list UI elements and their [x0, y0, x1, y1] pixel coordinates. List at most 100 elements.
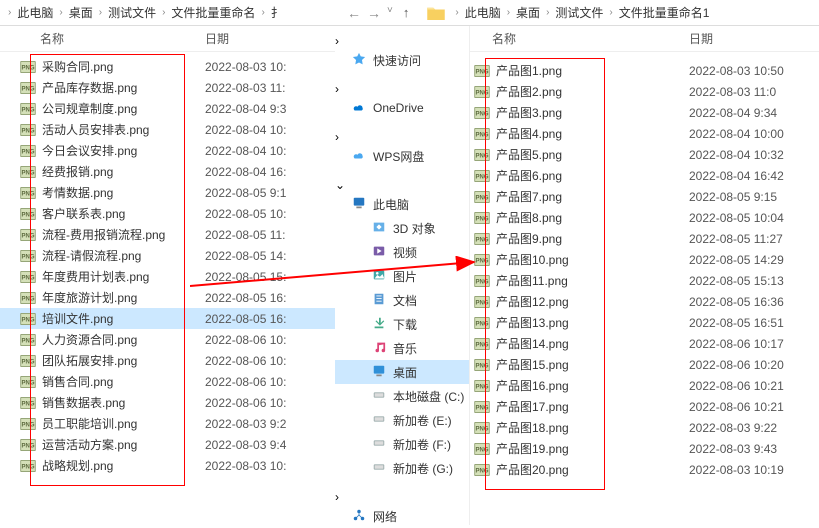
file-row[interactable]: PNG流程-请假流程.png2022-08-05 14: — [0, 245, 335, 266]
crumb[interactable]: 文件批量重命名1 — [617, 4, 712, 21]
history-icon[interactable]: ˅ — [387, 5, 393, 21]
file-row[interactable]: PNG产品图5.png2022-08-04 10:32 — [470, 144, 819, 165]
nav-subitem[interactable]: 3D 对象 — [335, 216, 469, 240]
file-row[interactable]: PNG销售合同.png2022-08-06 10: — [0, 371, 335, 392]
chevron-right-icon[interactable]: › — [335, 490, 339, 504]
png-icon: PNG — [472, 107, 492, 119]
file-row[interactable]: PNG人力资源合同.png2022-08-06 10: — [0, 329, 335, 350]
file-row[interactable]: PNG运营活动方案.png2022-08-03 9:4 — [0, 434, 335, 455]
file-row[interactable]: PNG产品图17.png2022-08-06 10:21 — [470, 396, 819, 417]
file-name: 产品图10.png — [492, 251, 689, 268]
file-row[interactable]: PNG销售数据表.png2022-08-06 10: — [0, 392, 335, 413]
file-name: 流程-请假流程.png — [38, 247, 205, 264]
file-row[interactable]: PNG客户联系表.png2022-08-05 10: — [0, 203, 335, 224]
crumb[interactable]: 测试文件 — [106, 4, 158, 21]
nav-item[interactable]: 此电脑 — [335, 192, 469, 216]
file-row[interactable]: PNG培训文件.png2022-08-05 16: — [0, 308, 335, 329]
nav-subitem[interactable]: 文档 — [335, 288, 469, 312]
nav-subitem[interactable]: 音乐 — [335, 336, 469, 360]
file-row[interactable]: PNG产品图14.png2022-08-06 10:17 — [470, 333, 819, 354]
file-row[interactable]: PNG活动人员安排表.png2022-08-04 10: — [0, 119, 335, 140]
file-row[interactable]: PNG流程-费用报销流程.png2022-08-05 11: — [0, 224, 335, 245]
file-row[interactable]: PNG产品图2.png2022-08-03 11:0 — [470, 81, 819, 102]
file-name: 培训文件.png — [38, 310, 205, 327]
crumb[interactable]: 文件批量重命名 — [169, 4, 257, 21]
file-row[interactable]: PNG团队拓展安排.png2022-08-06 10: — [0, 350, 335, 371]
col-date[interactable]: 日期 — [205, 30, 335, 47]
file-name: 产品图1.png — [492, 62, 689, 79]
nav-subitem[interactable]: 新加卷 (E:) — [335, 408, 469, 432]
nav-subitem[interactable]: 视频 — [335, 240, 469, 264]
file-row[interactable]: PNG产品图16.png2022-08-06 10:21 — [470, 375, 819, 396]
col-name[interactable]: 名称 — [0, 30, 205, 47]
file-row[interactable]: PNG产品图7.png2022-08-05 9:15 — [470, 186, 819, 207]
file-row[interactable]: PNG年度旅游计划.png2022-08-05 16: — [0, 287, 335, 308]
file-row[interactable]: PNG经费报销.png2022-08-04 16: — [0, 161, 335, 182]
svg-text:PNG: PNG — [475, 69, 488, 75]
svg-text:PNG: PNG — [475, 132, 488, 138]
nav-item[interactable]: 网络 — [335, 504, 469, 528]
nav-subitem[interactable]: 桌面 — [335, 360, 469, 384]
nav-subitem[interactable]: 本地磁盘 (C:) — [335, 384, 469, 408]
nav-item[interactable]: 快速访问 — [335, 48, 469, 72]
file-name: 销售数据表.png — [38, 394, 205, 411]
file-row[interactable]: PNG产品图10.png2022-08-05 14:29 — [470, 249, 819, 270]
file-row[interactable]: PNG产品图6.png2022-08-04 16:42 — [470, 165, 819, 186]
crumb[interactable]: 桌面 — [67, 4, 95, 21]
png-icon: PNG — [472, 401, 492, 413]
nav-tree[interactable]: ›快速访问›OneDrive›WPS网盘⌄此电脑3D 对象视频图片文档下载音乐桌… — [335, 26, 470, 525]
chevron-right-icon[interactable]: › — [335, 130, 339, 144]
nav-item[interactable]: WPS网盘 — [335, 144, 469, 168]
chevron-right-icon[interactable]: › — [335, 34, 339, 48]
file-row[interactable]: PNG产品图19.png2022-08-03 9:43 — [470, 438, 819, 459]
crumb[interactable]: 测试文件 — [553, 4, 605, 21]
file-row[interactable]: PNG今日会议安排.png2022-08-04 10: — [0, 140, 335, 161]
chevron-down-icon[interactable]: ⌄ — [335, 178, 345, 192]
file-row[interactable]: PNG产品图12.png2022-08-05 16:36 — [470, 291, 819, 312]
col-date[interactable]: 日期 — [689, 30, 819, 47]
col-name[interactable]: 名称 — [470, 30, 689, 47]
file-row[interactable]: PNG产品图18.png2022-08-03 9:22 — [470, 417, 819, 438]
crumb[interactable]: 桌面 — [514, 4, 542, 21]
svg-text:PNG: PNG — [21, 422, 34, 428]
up-icon[interactable]: ↑ — [403, 5, 410, 21]
file-row[interactable]: PNG产品图11.png2022-08-05 15:13 — [470, 270, 819, 291]
file-list-left[interactable]: 名称 日期 PNG采购合同.png2022-08-03 10:PNG产品库存数据… — [0, 26, 335, 525]
file-list-right[interactable]: 名称 日期 PNG产品图1.png2022-08-03 10:50PNG产品图2… — [470, 26, 819, 525]
chevron-right-icon: › — [55, 7, 66, 18]
nav-subitem[interactable]: 新加卷 (G:) — [335, 456, 469, 480]
chevron-right-icon[interactable]: › — [335, 82, 339, 96]
nav-subitem[interactable]: 新加卷 (F:) — [335, 432, 469, 456]
png-icon: PNG — [18, 250, 38, 262]
file-row[interactable]: PNG产品图4.png2022-08-04 10:00 — [470, 123, 819, 144]
file-row[interactable]: PNG产品图1.png2022-08-03 10:50 — [470, 60, 819, 81]
file-name: 产品图15.png — [492, 356, 689, 373]
file-date: 2022-08-04 9:3 — [205, 102, 335, 116]
file-row[interactable]: PNG产品图3.png2022-08-04 9:34 — [470, 102, 819, 123]
nav-label: OneDrive — [373, 101, 424, 115]
file-row[interactable]: PNG公司规章制度.png2022-08-04 9:3 — [0, 98, 335, 119]
file-row[interactable]: PNG产品图9.png2022-08-05 11:27 — [470, 228, 819, 249]
file-row[interactable]: PNG产品图20.png2022-08-03 10:19 — [470, 459, 819, 480]
nav-item[interactable]: OneDrive — [335, 96, 469, 120]
svg-text:PNG: PNG — [21, 359, 34, 365]
file-row[interactable]: PNG产品图8.png2022-08-05 10:04 — [470, 207, 819, 228]
crumb[interactable]: 此电脑 — [15, 4, 55, 21]
file-row[interactable]: PNG产品图13.png2022-08-05 16:51 — [470, 312, 819, 333]
file-date: 2022-08-03 11: — [205, 81, 335, 95]
crumb[interactable]: 此电脑 — [463, 4, 503, 21]
nav-subitem[interactable]: 下载 — [335, 312, 469, 336]
back-icon[interactable]: ← — [347, 5, 361, 21]
forward-icon[interactable]: → — [367, 5, 381, 21]
pic-icon — [371, 268, 387, 285]
file-row[interactable]: PNG产品库存数据.png2022-08-03 11: — [0, 77, 335, 98]
file-row[interactable]: PNG产品图15.png2022-08-06 10:20 — [470, 354, 819, 375]
file-row[interactable]: PNG员工职能培训.png2022-08-03 9:2 — [0, 413, 335, 434]
crumb-more[interactable]: 扌 — [269, 4, 285, 21]
file-row[interactable]: PNG采购合同.png2022-08-03 10: — [0, 56, 335, 77]
file-row[interactable]: PNG战略规划.png2022-08-03 10: — [0, 455, 335, 476]
nav-subitem[interactable]: 图片 — [335, 264, 469, 288]
file-date: 2022-08-05 16:51 — [689, 316, 819, 330]
file-row[interactable]: PNG考情数据.png2022-08-05 9:1 — [0, 182, 335, 203]
file-row[interactable]: PNG年度费用计划表.png2022-08-05 15: — [0, 266, 335, 287]
